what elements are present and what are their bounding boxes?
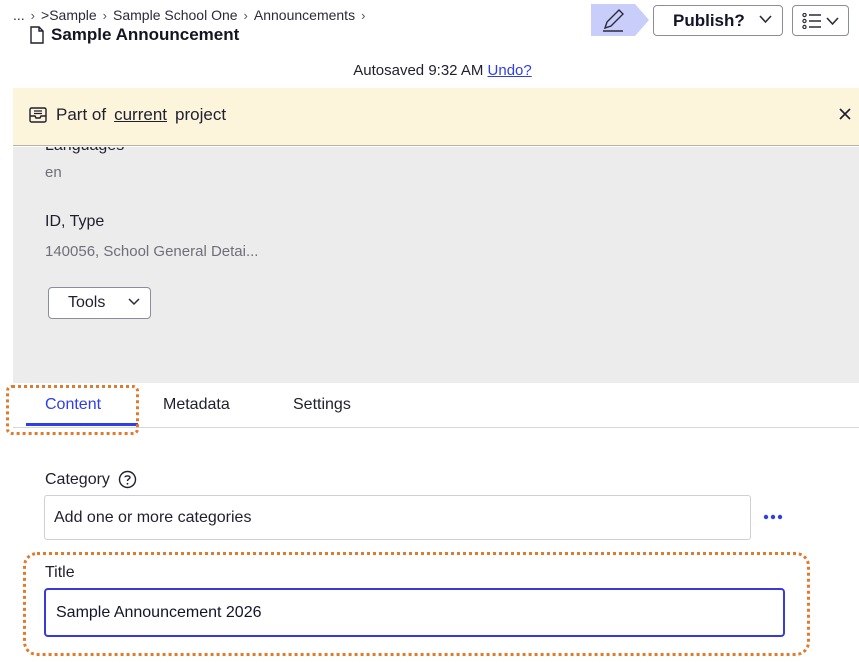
breadcrumb-item-announcements[interactable]: Announcements (254, 7, 355, 23)
details-panel: Languages en ID, Type 140056, School Gen… (13, 147, 859, 383)
chevron-right-icon: › (243, 7, 248, 23)
chevron-right-icon: › (102, 7, 108, 23)
breadcrumb: ... › >Sample › Sample School One › Anno… (13, 7, 367, 23)
languages-value: en (45, 164, 62, 181)
active-tab-indicator (26, 423, 138, 426)
tab-content[interactable]: Content (45, 396, 101, 414)
more-options-icon[interactable] (762, 510, 784, 524)
document-icon (30, 26, 44, 44)
tab-settings[interactable]: Settings (293, 396, 351, 414)
project-banner: Part of current project (13, 88, 859, 146)
tools-button[interactable]: Tools (48, 287, 151, 319)
help-icon[interactable] (118, 470, 137, 489)
languages-label: Languages (45, 147, 124, 155)
undo-link[interactable]: Undo? (488, 62, 532, 79)
chevron-right-icon: › (361, 7, 366, 23)
category-placeholder: Add one or more categories (54, 508, 252, 526)
list-view-icon (802, 13, 821, 29)
breadcrumb-ellipsis[interactable]: ... (13, 7, 25, 23)
page-title-text: Sample Announcement (51, 25, 240, 44)
close-icon[interactable] (837, 106, 853, 122)
tab-metadata[interactable]: Metadata (163, 396, 230, 414)
id-type-label: ID, Type (45, 213, 105, 230)
category-input[interactable]: Add one or more categories (44, 495, 751, 540)
banner-suffix: project (175, 105, 227, 124)
autosave-text: Autosaved 9:32 AM (353, 62, 484, 79)
publish-button[interactable]: Publish? (653, 5, 783, 36)
page-title: Sample Announcement (29, 25, 239, 45)
autosave-status: Autosaved 9:32 AM Undo? (0, 62, 859, 79)
breadcrumb-item-sample[interactable]: >Sample (41, 7, 97, 23)
current-project-link[interactable]: current (114, 105, 167, 125)
pencil-icon[interactable] (591, 4, 649, 36)
view-menu-button[interactable] (792, 5, 849, 36)
chevron-down-icon (759, 15, 772, 24)
tools-label: Tools (68, 294, 106, 311)
title-label: Title (45, 564, 75, 581)
title-input[interactable] (44, 588, 785, 637)
chevron-right-icon: › (30, 7, 36, 23)
chevron-down-icon (128, 298, 140, 306)
category-label-text: Category (45, 470, 110, 488)
inbox-icon (29, 107, 47, 123)
chevron-down-icon (826, 17, 839, 26)
breadcrumb-item-school[interactable]: Sample School One (113, 7, 238, 23)
project-banner-message: Part of current project (28, 105, 226, 125)
id-type-value: 140056, School General Detai... (45, 243, 259, 260)
category-label: Category (45, 470, 137, 489)
publish-label: Publish? (673, 10, 745, 30)
banner-prefix: Part of (56, 105, 107, 124)
tab-bar: Content Metadata Settings (13, 383, 859, 428)
